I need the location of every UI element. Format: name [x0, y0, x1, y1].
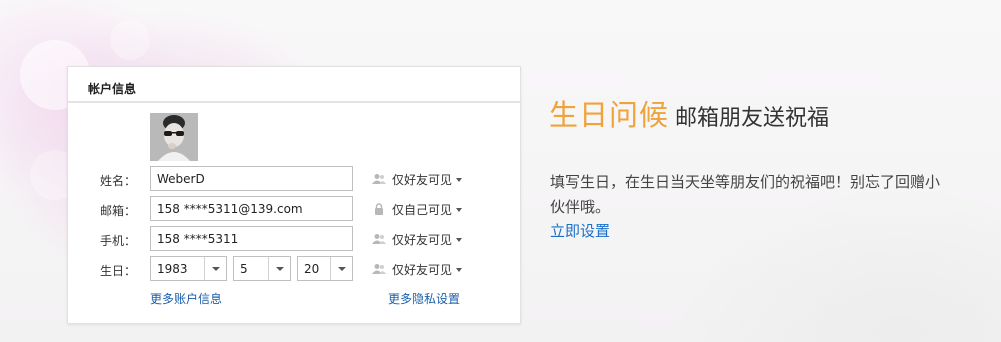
more-privacy-settings-link[interactable]: 更多隐私设置 — [388, 290, 460, 307]
friends-icon — [372, 234, 386, 244]
birthday-year-value: 1983 — [157, 262, 188, 276]
chevron-down-icon — [212, 267, 220, 271]
birthday-month-value: 5 — [240, 262, 248, 276]
chevron-down-icon — [456, 208, 463, 212]
account-info-card: 帐户信息 姓名： WeberD 仅好友可见 邮箱： 158 ****5311@1… — [67, 66, 521, 324]
avatar-photo — [150, 113, 198, 161]
email-row: 邮箱： 158 ****5311@139.com 仅自己可见 — [68, 196, 520, 222]
phone-privacy-label: 仅好友可见 — [392, 233, 453, 247]
birthday-row: 生日： 1983 5 20 仅好友可见 — [68, 256, 520, 282]
birthday-day-select[interactable]: 20 — [297, 256, 353, 281]
name-label: 姓名： — [99, 174, 136, 188]
birthday-label: 生日： — [99, 264, 136, 278]
name-row: 姓名： WeberD 仅好友可见 — [68, 166, 520, 192]
card-title: 帐户信息 — [68, 67, 520, 103]
email-privacy-label: 仅自己可见 — [392, 203, 453, 217]
chevron-down-icon — [276, 267, 284, 271]
bokeh-decoration — [110, 20, 150, 60]
email-privacy-dropdown[interactable]: 仅自己可见 — [372, 201, 463, 218]
birthday-year-select[interactable]: 1983 — [150, 256, 227, 281]
chevron-down-icon — [456, 268, 463, 272]
promo-title-highlight: 生日问候 — [549, 98, 670, 132]
avatar[interactable] — [150, 113, 198, 161]
promo-title: 生日问候 邮箱朋友送祝福 — [549, 92, 829, 134]
chevron-down-icon — [338, 267, 346, 271]
friends-icon — [372, 264, 386, 274]
name-input[interactable]: WeberD — [150, 166, 353, 191]
lock-icon — [375, 203, 383, 215]
phone-privacy-dropdown[interactable]: 仅好友可见 — [372, 231, 463, 248]
phone-row: 手机： 158 ****5311 仅好友可见 — [68, 226, 520, 252]
birthday-month-select[interactable]: 5 — [233, 256, 291, 281]
birthday-day-value: 20 — [304, 262, 320, 276]
phone-input[interactable]: 158 ****5311 — [150, 226, 353, 251]
dropdown-arrow[interactable] — [268, 257, 290, 280]
name-privacy-dropdown[interactable]: 仅好友可见 — [372, 171, 463, 188]
email-input[interactable]: 158 ****5311@139.com — [150, 196, 353, 221]
birthday-privacy-dropdown[interactable]: 仅好友可见 — [372, 261, 463, 278]
promo-title-rest: 邮箱朋友送祝福 — [675, 106, 830, 131]
promo-description: 填写生日，在生日当天坐等朋友们的祝福吧！别忘了回赠小伙伴哦。 — [550, 173, 941, 216]
friends-icon — [372, 174, 386, 184]
email-label: 邮箱： — [99, 204, 136, 218]
chevron-down-icon — [456, 178, 463, 182]
dropdown-arrow[interactable] — [204, 257, 226, 280]
phone-label: 手机： — [99, 234, 136, 248]
set-now-link[interactable]: 立即设置 — [550, 220, 610, 241]
dropdown-arrow[interactable] — [330, 257, 352, 280]
name-privacy-label: 仅好友可见 — [392, 173, 453, 187]
chevron-down-icon — [456, 238, 463, 242]
birthday-privacy-label: 仅好友可见 — [392, 263, 453, 277]
more-account-info-link[interactable]: 更多账户信息 — [150, 290, 222, 307]
